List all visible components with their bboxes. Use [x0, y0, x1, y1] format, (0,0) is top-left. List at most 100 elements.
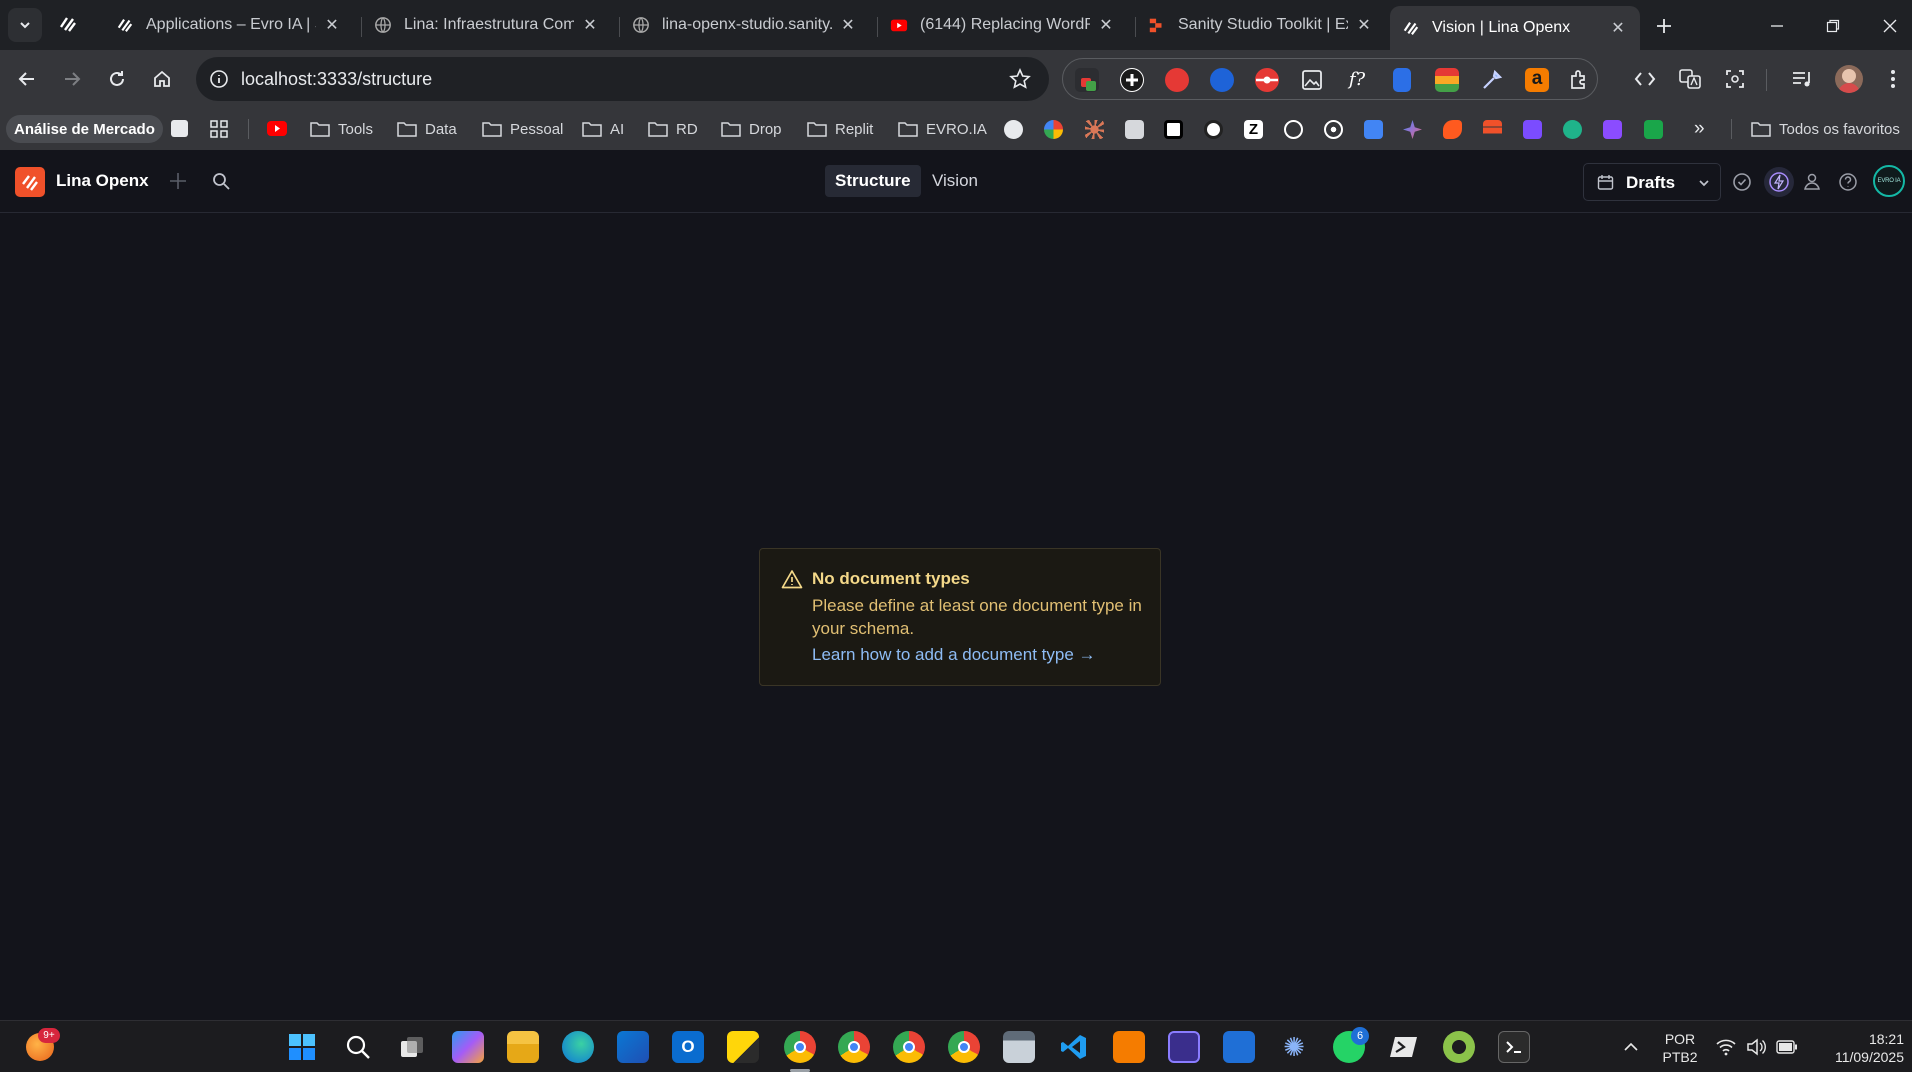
bookmark-orange-icon[interactable]	[1443, 120, 1462, 139]
vscode-icon[interactable]	[1058, 1031, 1090, 1063]
clock[interactable]: 18:21 11/09/2025	[1812, 1030, 1904, 1066]
sticky-notes-icon[interactable]	[727, 1031, 759, 1063]
bookmark-folder-replit[interactable]: Replit	[807, 118, 873, 140]
bookmark-sanity-icon[interactable]	[1483, 120, 1502, 139]
profile-avatar[interactable]	[1835, 65, 1863, 93]
bookmark-folder-ai[interactable]: AI	[582, 118, 624, 140]
bookmark-dots-icon[interactable]	[1044, 120, 1063, 139]
bookmark-folder-tools[interactable]: Tools	[310, 118, 373, 140]
start-button[interactable]	[286, 1031, 318, 1063]
powershell-icon[interactable]	[1388, 1031, 1420, 1063]
battery-icon[interactable]	[1776, 1040, 1798, 1054]
input-language-indicator[interactable]: POR PTB2	[1656, 1030, 1704, 1066]
home-button[interactable]	[144, 61, 180, 97]
bookmark-violet-icon[interactable]	[1603, 120, 1622, 139]
close-icon[interactable]: ✕	[838, 15, 858, 35]
back-button[interactable]	[9, 61, 45, 97]
bookmark-face-icon[interactable]	[1004, 120, 1023, 139]
bookmarks-overflow-icon[interactable]: »	[1694, 118, 1705, 140]
media-control-icon[interactable]	[1789, 66, 1815, 92]
extension-amazon-icon[interactable]: a	[1525, 68, 1549, 92]
tab-lina-infra[interactable]: Lina: Infraestrutura Comp ✕	[362, 8, 612, 42]
new-tab-button[interactable]	[1651, 13, 1677, 39]
bookmark-gesture-icon[interactable]	[1125, 120, 1144, 139]
green-app-icon[interactable]	[1443, 1031, 1475, 1063]
show-hidden-icons-button[interactable]	[1623, 1039, 1639, 1055]
bookmark-square-icon[interactable]	[1164, 120, 1183, 139]
extension-doc-icon[interactable]	[1393, 68, 1411, 92]
task-view-button[interactable]	[396, 1031, 428, 1063]
tab-vision-active[interactable]: Vision | Lina Openx ✕	[1390, 6, 1640, 50]
bookmark-gemini-icon[interactable]	[1403, 120, 1422, 139]
bookmark-teal-icon[interactable]	[1563, 120, 1582, 139]
extension-lock-icon[interactable]	[1075, 68, 1099, 92]
bookmark-docs-icon[interactable]	[1364, 120, 1383, 139]
bookmark-openai-icon[interactable]	[1284, 120, 1303, 139]
bookmark-youtube-icon[interactable]	[267, 121, 287, 136]
bookmark-folder-evro-ia[interactable]: EVRO.IA	[898, 118, 987, 140]
bookmark-folder-drop[interactable]: Drop	[721, 118, 782, 140]
url-text[interactable]: localhost:3333/structure	[241, 69, 432, 90]
ai-assist-button[interactable]	[1764, 167, 1794, 197]
extension-plus-icon[interactable]	[1120, 68, 1144, 92]
devtools-icon[interactable]	[1632, 66, 1658, 92]
close-window-button[interactable]	[1877, 13, 1903, 39]
extension-image-icon[interactable]	[1300, 68, 1324, 92]
network-app-icon[interactable]	[1223, 1031, 1255, 1063]
bookmark-z-icon[interactable]: Z	[1244, 120, 1263, 139]
tab-youtube[interactable]: (6144) Replacing WordPre ✕	[878, 8, 1128, 42]
extension-list-icon[interactable]	[1435, 68, 1459, 92]
tab-vision[interactable]: Vision	[922, 165, 988, 197]
extension-eyedropper-icon[interactable]	[1480, 68, 1504, 92]
translate-icon[interactable]	[1677, 66, 1703, 92]
chrome-profile-4-icon[interactable]	[948, 1031, 980, 1063]
bookmark-knot-icon[interactable]	[1324, 120, 1343, 139]
bookmark-folder-data[interactable]: Data	[397, 118, 457, 140]
presence-button[interactable]	[1800, 170, 1824, 194]
extension-hand-icon[interactable]	[1165, 68, 1189, 92]
file-explorer-icon[interactable]	[507, 1031, 539, 1063]
bookmark-folder-pessoal[interactable]: Pessoal	[482, 118, 563, 140]
address-bar[interactable]: localhost:3333/structure	[196, 57, 1049, 101]
apps-grid-icon[interactable]	[210, 120, 228, 138]
copilot-icon[interactable]	[452, 1031, 484, 1063]
bookmark-analise-de-mercado[interactable]: Análise de Mercado	[6, 115, 163, 143]
learn-more-link[interactable]: Learn how to add a document type →	[812, 645, 1096, 665]
close-icon[interactable]: ✕	[322, 15, 342, 35]
pinned-tab[interactable]	[58, 14, 86, 36]
edge-icon[interactable]	[562, 1031, 594, 1063]
chip-app-icon[interactable]	[1168, 1031, 1200, 1063]
chrome-profile-3-icon[interactable]	[893, 1031, 925, 1063]
extension-formula-icon[interactable]: f?	[1345, 68, 1369, 92]
close-icon[interactable]: ✕	[1096, 15, 1116, 35]
tab-search-button[interactable]	[8, 8, 42, 42]
studio-name[interactable]: Lina Openx	[56, 171, 149, 191]
search-button[interactable]	[342, 1031, 374, 1063]
user-avatar[interactable]: EVRO IA	[1873, 165, 1905, 197]
search-button[interactable]	[211, 171, 231, 191]
store-icon[interactable]	[617, 1031, 649, 1063]
site-info-icon[interactable]	[209, 69, 229, 89]
screenshot-icon[interactable]	[1722, 66, 1748, 92]
perspective-select[interactable]: Drafts	[1583, 163, 1721, 201]
close-icon[interactable]: ✕	[580, 15, 600, 35]
extension-pokeball-icon[interactable]	[1255, 68, 1279, 92]
restore-button[interactable]	[1820, 13, 1846, 39]
chrome-profile-2-icon[interactable]	[838, 1031, 870, 1063]
tab-lina-openx-studio[interactable]: lina-openx-studio.sanity.s ✕	[620, 8, 870, 42]
minimize-button[interactable]	[1764, 13, 1790, 39]
bookmark-circle-icon[interactable]	[1204, 120, 1223, 139]
more-menu-icon[interactable]	[1880, 66, 1906, 92]
calculator-icon[interactable]	[1003, 1031, 1035, 1063]
bookmark-claude-icon[interactable]	[1085, 120, 1104, 139]
snowflake-app-icon[interactable]: ✺	[1278, 1031, 1310, 1063]
chrome-icon[interactable]	[784, 1031, 816, 1063]
forward-button[interactable]	[54, 61, 90, 97]
reload-button[interactable]	[99, 61, 135, 97]
bookmark-purple-icon[interactable]	[1523, 120, 1542, 139]
tasks-button[interactable]	[1730, 170, 1754, 194]
all-bookmarks-folder[interactable]: Todos os favoritos	[1751, 118, 1900, 140]
bookmark-notion-icon[interactable]	[171, 120, 188, 137]
help-button[interactable]	[1836, 170, 1860, 194]
studio-logo[interactable]	[15, 167, 45, 197]
